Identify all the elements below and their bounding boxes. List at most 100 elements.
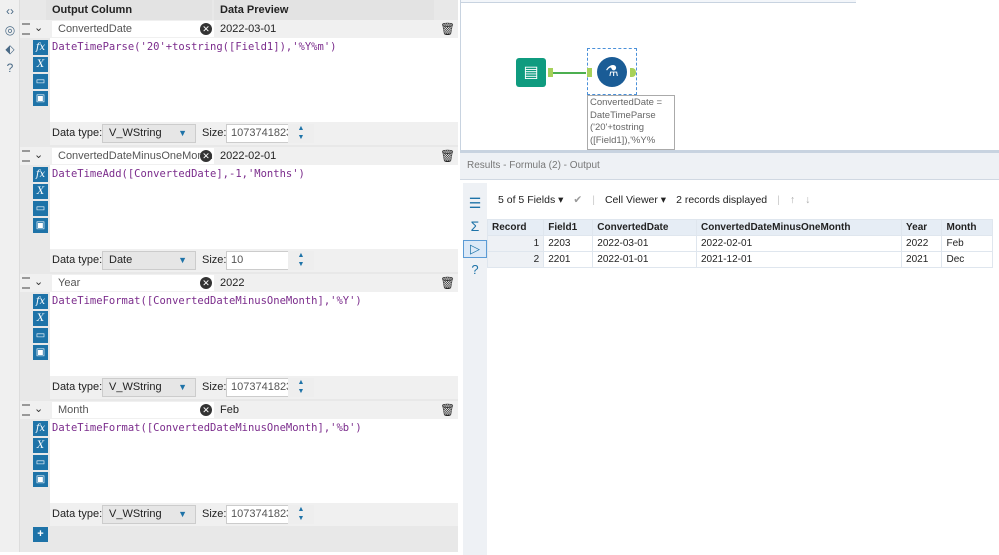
size-label: Size: [202,254,227,266]
data-type-label: Data type: [52,508,103,520]
variable-icon[interactable]: X [33,184,48,199]
variable-icon[interactable]: X [33,438,48,453]
apply-check-icon[interactable]: ✔ [573,194,582,206]
table-cell[interactable]: 2022-02-01 [695,235,903,252]
function-icon[interactable]: fx [33,40,48,55]
table-cell[interactable]: 2022-03-01 [592,235,697,252]
arrow-down-icon[interactable]: ↓ [805,194,810,206]
code-icon[interactable]: ‹› [2,3,18,19]
column-header[interactable]: Month [941,219,993,236]
formula-block: ⌄ ConvertedDate ✕ 2022-03-01 🗑 fx X ▭ ▣ … [20,20,458,147]
save-icon[interactable]: ▣ [33,472,48,487]
size-stepper[interactable]: ▲ ▼ [288,378,314,397]
column-header[interactable]: ConvertedDate [592,219,697,236]
table-row: 1 2203 2022-03-01 2022-02-01 2022 Feb [486,235,993,252]
table-cell[interactable]: 1 [486,235,545,252]
formula-header-row: ⌄ ConvertedDate ✕ 2022-03-01 🗑 [20,20,458,38]
output-column-input[interactable]: ConvertedDateMinusOneMonth [52,148,214,164]
table-cell[interactable]: 2201 [543,251,594,268]
formula-tool-selected[interactable]: ⚗ [587,48,637,95]
arrow-up-icon[interactable]: ↑ [790,194,795,206]
add-formula-button[interactable]: + [33,527,48,542]
workflow-canvas[interactable]: ▤ ⚗ ConvertedDate = DateTimeParse ('20'+… [460,0,999,150]
tool-annotation: ConvertedDate = DateTimeParse ('20'+tost… [587,95,675,150]
column-header[interactable]: Record [486,219,545,236]
save-icon[interactable]: ▣ [33,91,48,106]
drag-handle-icon[interactable] [22,150,30,162]
size-stepper[interactable]: ▲ ▼ [288,124,314,143]
output-anchor[interactable] [630,68,636,77]
sigma-icon[interactable]: Σ [463,218,487,234]
config-sidebar: ⚙ ‹› ◎ ⬖ ? [0,0,72,552]
function-icon[interactable]: fx [33,294,48,309]
clear-icon[interactable]: ✕ [200,23,212,35]
output-column-input[interactable]: ConvertedDate [52,21,214,37]
expression-tools: fx X ▭ ▣ [33,40,48,108]
input-anchor[interactable] [587,68,592,77]
drag-handle-icon[interactable] [22,277,30,289]
variable-icon[interactable]: X [33,57,48,72]
table-cell[interactable]: Dec [941,251,993,268]
formula-block: ⌄ ConvertedDateMinusOneMonth ✕ 2022-02-0… [20,147,458,274]
help-icon[interactable]: ? [463,262,487,277]
data-type-select[interactable]: Date ▼ [102,251,196,270]
open-folder-icon[interactable]: ▭ [33,201,48,216]
chevron-down-icon: ▼ [178,128,187,138]
fields-dropdown[interactable]: 5 of 5 Fields ▾ [498,194,563,206]
chevron-down-icon: ▼ [178,509,187,519]
function-icon[interactable]: fx [33,167,48,182]
output-column-input[interactable]: Year [52,275,214,291]
output-column-input[interactable]: Month [52,402,214,418]
column-header[interactable]: Year [901,219,943,236]
clear-icon[interactable]: ✕ [200,404,212,416]
column-header[interactable]: ConvertedDateMinusOneMonth [695,219,903,236]
data-type-select[interactable]: V_WString ▼ [102,378,196,397]
data-icon[interactable]: ▷ [463,240,487,258]
expression-editor[interactable]: DateTimeParse('20'+tostring([Field1]),'%… [50,38,458,122]
size-stepper[interactable]: ▲ ▼ [288,505,314,524]
metadata-icon[interactable]: ☰ [463,195,487,212]
table-cell[interactable]: Feb [941,235,993,252]
save-icon[interactable]: ▣ [33,345,48,360]
data-type-value: V_WString [109,127,162,139]
open-folder-icon[interactable]: ▭ [33,328,48,343]
text-input-tool-icon[interactable]: ▤ [516,58,546,87]
drag-handle-icon[interactable] [22,404,30,416]
chevron-down-icon[interactable]: ⌄ [34,21,43,34]
chevron-down-icon[interactable]: ⌄ [34,402,43,415]
expression-editor[interactable]: DateTimeFormat([ConvertedDateMinusOneMon… [50,292,458,376]
help-icon[interactable]: ? [2,60,18,76]
data-type-select[interactable]: V_WString ▼ [102,124,196,143]
size-stepper[interactable]: ▲ ▼ [288,251,314,270]
output-icon[interactable]: ◎ [2,22,18,38]
trash-icon[interactable]: 🗑 [440,403,455,417]
save-icon[interactable]: ▣ [33,218,48,233]
trash-icon[interactable]: 🗑 [440,276,455,290]
table-cell[interactable]: 2021-12-01 [695,251,903,268]
table-cell[interactable]: 2021 [901,251,943,268]
drag-handle-icon[interactable] [22,23,30,35]
clear-icon[interactable]: ✕ [200,150,212,162]
cell-viewer-dropdown[interactable]: Cell Viewer ▾ [605,194,666,206]
expression-editor[interactable]: DateTimeFormat([ConvertedDateMinusOneMon… [50,419,458,503]
trash-icon[interactable]: 🗑 [440,149,455,163]
expression-editor[interactable]: DateTimeAdd([ConvertedDate],-1,'Months') [50,165,458,249]
open-folder-icon[interactable]: ▭ [33,455,48,470]
type-row: Data type: V_WString ▼ Size: 1073741823 ▲… [50,503,458,526]
tag-icon[interactable]: ⬖ [2,41,18,57]
table-cell[interactable]: 2 [486,251,545,268]
table-cell[interactable]: 2022 [901,235,943,252]
chevron-down-icon[interactable]: ⌄ [34,148,43,161]
clear-icon[interactable]: ✕ [200,277,212,289]
open-folder-icon[interactable]: ▭ [33,74,48,89]
variable-icon[interactable]: X [33,311,48,326]
function-icon[interactable]: fx [33,421,48,436]
results-toolbar: 5 of 5 Fields ▾ ✔ | Cell Viewer ▾ 2 reco… [498,194,811,206]
table-cell[interactable]: 2203 [543,235,594,252]
data-type-select[interactable]: V_WString ▼ [102,505,196,524]
expression-tools: fx X ▭ ▣ [33,294,48,362]
table-cell[interactable]: 2022-01-01 [592,251,697,268]
chevron-down-icon[interactable]: ⌄ [34,275,43,288]
column-header[interactable]: Field1 [543,219,594,236]
trash-icon[interactable]: 🗑 [440,22,455,36]
